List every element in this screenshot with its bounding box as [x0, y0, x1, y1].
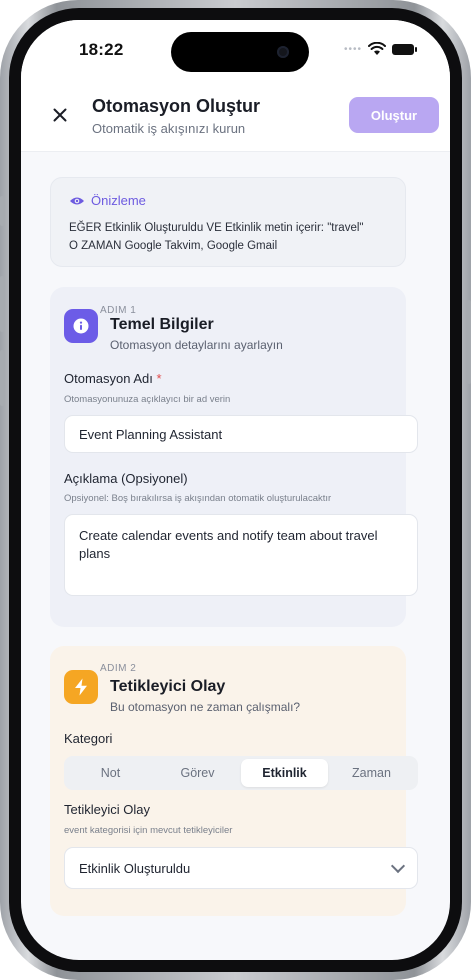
close-icon — [53, 108, 67, 122]
status-icons: •••• — [343, 42, 417, 56]
required-marker: * — [156, 371, 162, 386]
create-button[interactable]: Oluştur — [349, 97, 439, 133]
automation-name-help: Otomasyonunuza açıklayıcı bir ad verin — [64, 394, 231, 405]
dynamic-island — [171, 32, 309, 72]
status-time: 18:22 — [79, 40, 124, 59]
status-bar: 18:22 •••• — [21, 20, 450, 78]
volume-down-button — [0, 350, 4, 406]
step2-subtitle: Bu otomasyon ne zaman çalışmalı? — [110, 700, 301, 714]
eye-icon — [70, 197, 84, 204]
volume-up-button — [0, 276, 4, 332]
category-tab-gorev[interactable]: Görev — [154, 759, 241, 787]
page-header: Otomasyon Oluştur Otomatik iş akışınızı … — [21, 78, 450, 152]
category-tab-zaman[interactable]: Zaman — [328, 759, 415, 787]
category-tab-not[interactable]: Not — [67, 759, 154, 787]
preview-card: Önizleme EĞER Etkinlik Oluşturuldu VE Et… — [50, 177, 406, 267]
page-title: Otomasyon Oluştur — [92, 96, 261, 116]
preview-condition: EĞER Etkinlik Oluşturuldu VE Etkinlik me… — [69, 222, 364, 234]
step1-subtitle: Otomasyon detaylarını ayarlayın — [110, 338, 283, 352]
trigger-event-label: Tetikleyici Olay — [64, 802, 150, 817]
step2-label: ADIM 2 — [100, 663, 137, 674]
category-tab-etkinlik[interactable]: Etkinlik — [241, 759, 328, 787]
app-screen: 18:22 •••• Otomasyon Oluştur Otomatik iş… — [21, 20, 450, 960]
info-icon — [73, 318, 89, 334]
category-segmented-control: Not Görev Etkinlik Zaman — [64, 756, 418, 790]
wifi-icon — [368, 42, 386, 55]
step1-label: ADIM 1 — [100, 305, 137, 316]
automation-name-label-text: Otomasyon Adı — [64, 371, 153, 386]
automation-name-value: Event Planning Assistant — [79, 426, 223, 442]
step2-icon-badge — [64, 670, 98, 704]
signal-icon: •••• — [343, 43, 362, 55]
battery-icon — [392, 43, 417, 55]
step1-icon-badge — [64, 309, 98, 343]
description-label: Açıklama (Opsiyonel) — [64, 471, 188, 486]
preview-title: Önizleme — [91, 193, 146, 208]
power-button — [467, 300, 471, 384]
preview-action: O ZAMAN Google Takvim, Google Gmail — [69, 240, 278, 252]
close-button[interactable] — [49, 104, 71, 126]
trigger-event-select[interactable]: Etkinlik Oluşturuldu — [64, 847, 418, 889]
automation-name-label: Otomasyon Adı * — [64, 371, 162, 386]
lightning-icon — [75, 678, 87, 696]
trigger-event-value: Etkinlik Oluşturuldu — [79, 860, 191, 876]
description-value: Create calendar events and notify team a… — [79, 528, 378, 561]
preview-header: Önizleme — [69, 193, 146, 208]
automation-name-input[interactable]: Event Planning Assistant — [64, 415, 418, 453]
description-help: Opsiyonel: Boş bırakılırsa iş akışından … — [64, 493, 332, 504]
front-camera — [277, 46, 289, 58]
trigger-event-help: event kategorisi için mevcut tetikleyici… — [64, 825, 233, 836]
page-subtitle: Otomatik iş akışınızı kurun — [92, 121, 246, 136]
action-button — [0, 196, 4, 226]
chevron-down-icon — [390, 858, 406, 873]
description-textarea[interactable]: Create calendar events and notify team a… — [64, 514, 418, 596]
category-label: Kategori — [64, 731, 113, 746]
step1-title: Temel Bilgiler — [110, 316, 214, 333]
step2-title: Tetikleyici Olay — [110, 678, 226, 695]
